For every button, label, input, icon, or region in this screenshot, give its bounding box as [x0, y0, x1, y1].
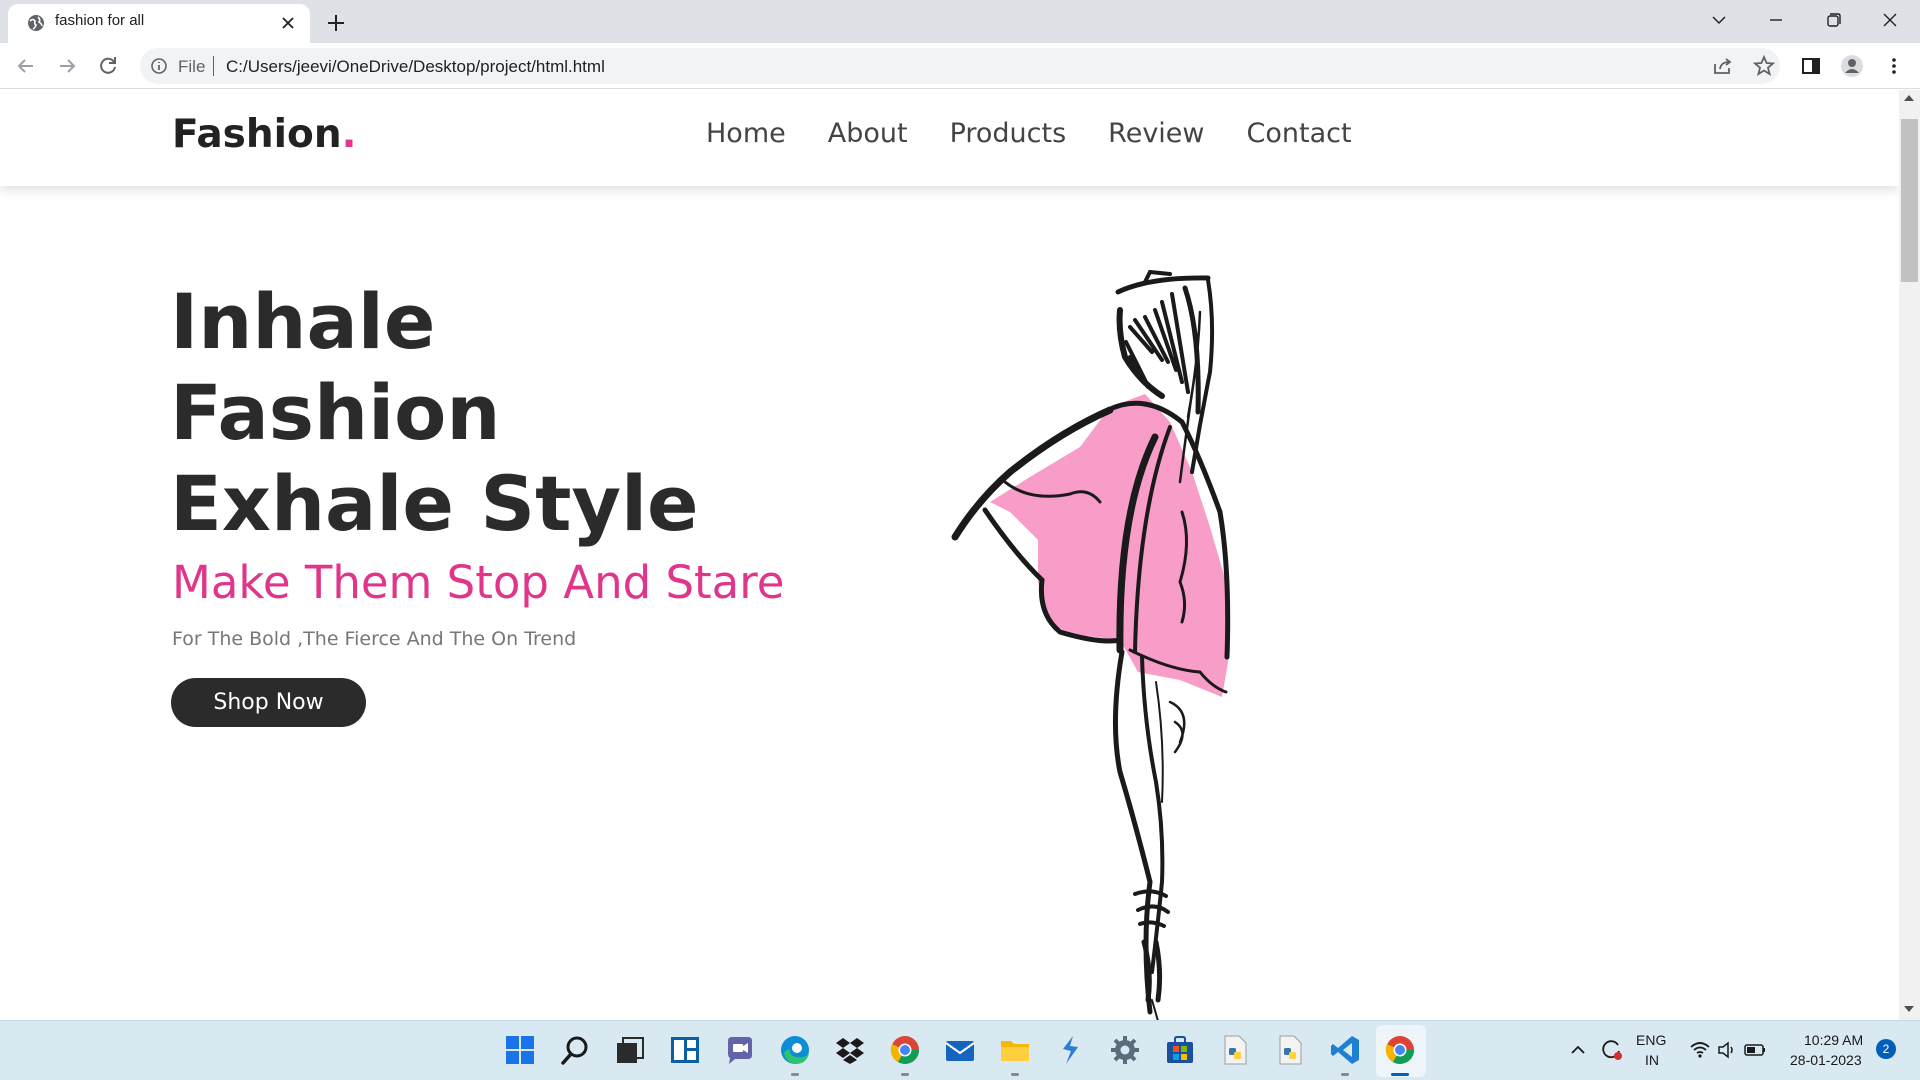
- bookmark-star-icon[interactable]: [1750, 52, 1778, 80]
- vscode-icon[interactable]: [1328, 1033, 1362, 1067]
- tab-title: fashion for all: [55, 12, 145, 29]
- windows-taskbar: ENG IN 10:29 AM 28-01-2023 2: [0, 1020, 1920, 1080]
- python-file-icon[interactable]: [1218, 1033, 1252, 1067]
- chrome-active-indicator: [1391, 1073, 1409, 1076]
- new-tab-icon[interactable]: [322, 9, 350, 37]
- menu-kebab-icon[interactable]: [1880, 52, 1908, 80]
- volume-icon[interactable]: [1715, 1038, 1739, 1062]
- hero-title: Inhale Fashion Exhale Style: [170, 276, 699, 549]
- vscode-running-indicator: [1341, 1073, 1349, 1076]
- file-explorer-icon[interactable]: [998, 1033, 1032, 1067]
- language-code[interactable]: ENG: [1636, 1032, 1666, 1048]
- browser-toolbar: File C:/Users/jeevi/OneDrive/Desktop/pro…: [0, 43, 1920, 89]
- microsoft-store-icon[interactable]: [1163, 1033, 1197, 1067]
- chrome-running-indicator: [901, 1073, 909, 1076]
- chrome-active-icon[interactable]: [1383, 1033, 1417, 1067]
- forward-icon[interactable]: [53, 52, 81, 80]
- logo-dot: .: [341, 112, 357, 157]
- hero-subtitle: Make Them Stop And Stare: [172, 556, 785, 609]
- main-nav: Home About Products Review Contact: [706, 118, 1352, 158]
- nav-about[interactable]: About: [828, 118, 908, 158]
- address-separator: [213, 56, 214, 76]
- clock-date[interactable]: 28-01-2023: [1790, 1052, 1862, 1068]
- tab-strip: fashion for all: [0, 0, 1920, 43]
- close-window-icon[interactable]: [1874, 6, 1906, 34]
- restore-icon[interactable]: [1817, 6, 1849, 34]
- clock-time[interactable]: 10:29 AM: [1804, 1032, 1863, 1048]
- logo-text: Fashion: [172, 112, 342, 157]
- browser-tab[interactable]: fashion for all: [8, 4, 310, 43]
- chrome-icon[interactable]: [888, 1033, 922, 1067]
- globe-icon: [28, 15, 44, 31]
- nav-contact[interactable]: Contact: [1247, 118, 1352, 158]
- hero-title-line-3: Exhale Style: [170, 459, 699, 548]
- sync-status-icon[interactable]: [1597, 1036, 1625, 1064]
- reload-icon[interactable]: [94, 52, 122, 80]
- task-view-icon[interactable]: [613, 1033, 647, 1067]
- url-text[interactable]: C:/Users/jeevi/OneDrive/Desktop/project/…: [226, 57, 605, 77]
- explorer-running-indicator: [1011, 1073, 1019, 1076]
- scrollbar-thumb[interactable]: [1901, 119, 1918, 282]
- search-icon[interactable]: [558, 1033, 592, 1067]
- settings-gear-icon[interactable]: [1108, 1033, 1142, 1067]
- share-icon[interactable]: [1709, 52, 1737, 80]
- scheme-label: File: [178, 57, 206, 76]
- windows-start-icon[interactable]: [503, 1033, 537, 1067]
- site-header: Fashion. Home About Products Review Cont…: [0, 90, 1899, 186]
- scroll-down-arrow-icon[interactable]: [1904, 1006, 1914, 1012]
- vertical-scrollbar[interactable]: [1899, 90, 1920, 1020]
- minimize-icon[interactable]: [1760, 6, 1792, 34]
- edge-running-indicator: [791, 1073, 799, 1076]
- widgets-icon[interactable]: [668, 1033, 702, 1067]
- close-tab-icon[interactable]: [278, 13, 298, 33]
- chevron-up-icon[interactable]: [1566, 1038, 1590, 1062]
- battery-icon[interactable]: [1742, 1038, 1768, 1062]
- shop-now-button[interactable]: Shop Now: [171, 678, 366, 727]
- chevron-down-icon[interactable]: [1703, 6, 1735, 34]
- scroll-up-arrow-icon[interactable]: [1904, 95, 1914, 101]
- info-icon[interactable]: [149, 56, 169, 76]
- page-viewport: Fashion. Home About Products Review Cont…: [0, 90, 1899, 1020]
- region-code[interactable]: IN: [1645, 1052, 1659, 1068]
- site-logo[interactable]: Fashion.: [172, 112, 356, 157]
- edge-browser-icon[interactable]: [778, 1033, 812, 1067]
- hero-title-line-2: Fashion: [170, 368, 501, 457]
- side-panel-icon[interactable]: [1797, 52, 1825, 80]
- notification-badge[interactable]: 2: [1876, 1039, 1896, 1059]
- nav-products[interactable]: Products: [950, 118, 1067, 158]
- visual-studio-icon[interactable]: [1053, 1033, 1087, 1067]
- hero-title-line-1: Inhale: [170, 277, 436, 366]
- teams-chat-icon[interactable]: [723, 1033, 757, 1067]
- mail-icon[interactable]: [943, 1033, 977, 1067]
- back-icon[interactable]: [12, 52, 40, 80]
- python-file-icon-2[interactable]: [1273, 1033, 1307, 1067]
- dropbox-icon[interactable]: [833, 1033, 867, 1067]
- address-bar[interactable]: File C:/Users/jeevi/OneDrive/Desktop/pro…: [140, 48, 1780, 84]
- profile-avatar-icon[interactable]: [1838, 52, 1866, 80]
- nav-home[interactable]: Home: [706, 118, 786, 158]
- hero-description: For The Bold ,The Fierce And The On Tren…: [172, 628, 577, 650]
- fashion-sketch-illustration: [951, 269, 1231, 1020]
- wifi-icon[interactable]: [1688, 1038, 1712, 1062]
- nav-review[interactable]: Review: [1108, 118, 1204, 158]
